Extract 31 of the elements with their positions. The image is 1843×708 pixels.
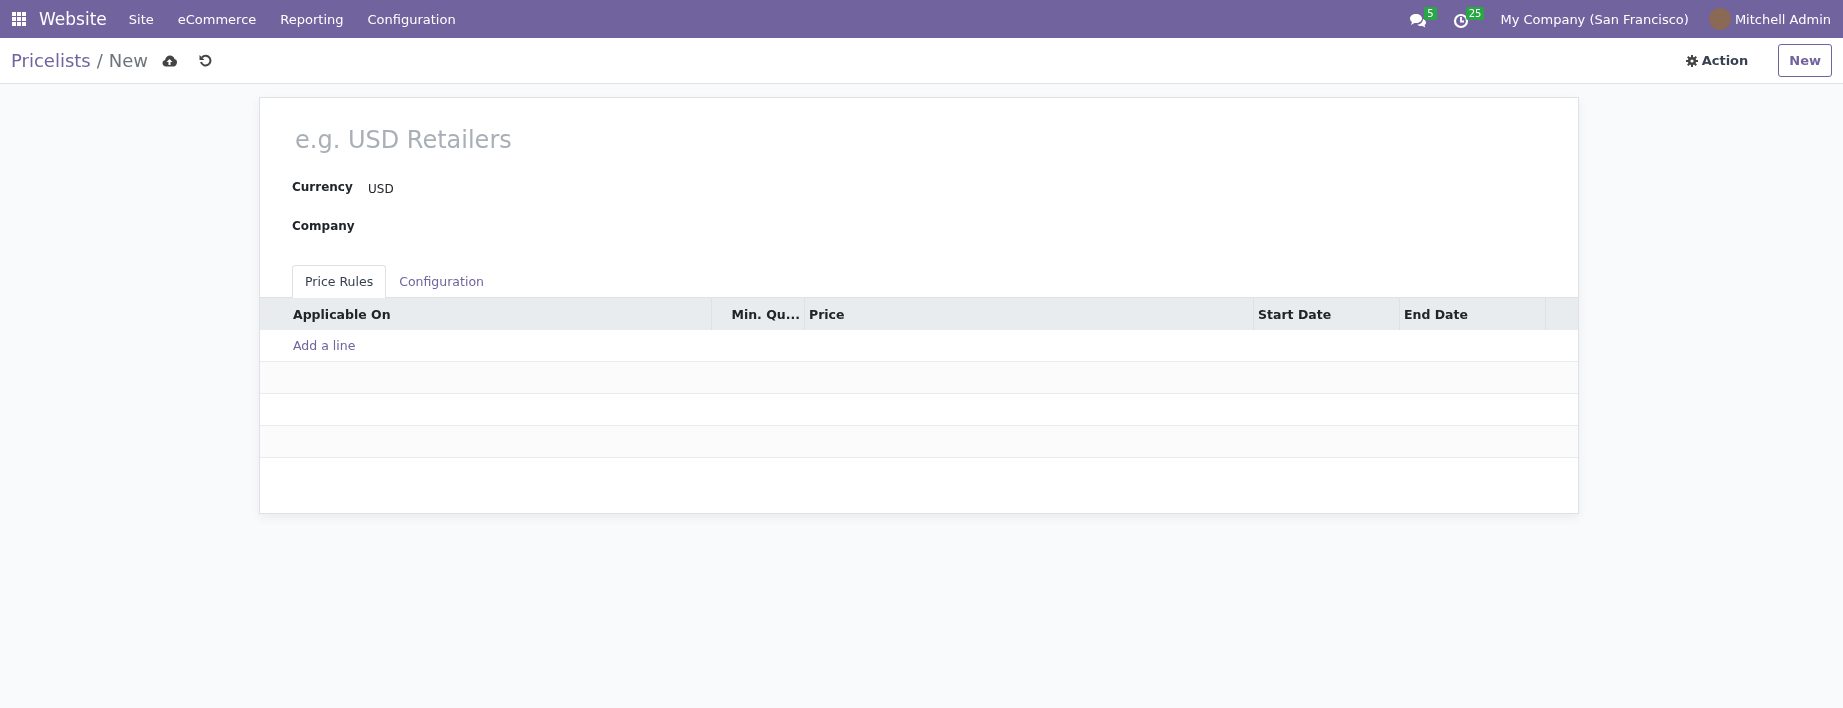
column-header[interactable]: Start Date — [1254, 298, 1400, 330]
clock-icon[interactable] — [1452, 13, 1469, 29]
menu-item[interactable]: Site — [128, 11, 154, 27]
column-header[interactable]: Min. Qu... — [712, 298, 805, 330]
column-header[interactable]: End Date — [1400, 298, 1546, 330]
breadcrumb-link[interactable]: Pricelists — [11, 50, 91, 71]
cloud-upload-icon[interactable] — [162, 54, 178, 67]
avatar-placeholder — [1708, 8, 1731, 30]
action-menu-button[interactable]: Action — [1679, 47, 1755, 74]
undo-icon[interactable] — [199, 54, 213, 67]
breadcrumb-separator: / — [96, 50, 103, 71]
activity-count-badge: 25 — [1465, 7, 1485, 20]
breadcrumb-current: New — [108, 50, 149, 71]
gear-icon — [1685, 54, 1698, 67]
field-label: Currency — [292, 180, 354, 194]
apps-grid-icon[interactable] — [12, 12, 26, 26]
column-header[interactable]: Price — [805, 298, 1254, 330]
menu-item[interactable]: eCommerce — [177, 11, 257, 27]
app-name-link[interactable]: Website — [39, 9, 107, 29]
tab[interactable]: Price Rules — [292, 265, 387, 298]
user-menu[interactable]: Mitchell Admin — [1734, 11, 1831, 27]
field-label: Company — [292, 219, 356, 233]
menu-item[interactable]: Configuration — [367, 11, 456, 27]
menu-item[interactable]: Reporting — [280, 11, 344, 27]
add-line-link[interactable]: Add a line — [293, 338, 356, 353]
new-button[interactable]: New — [1778, 44, 1832, 77]
message-count-badge: 5 — [1424, 7, 1437, 20]
tab[interactable]: Configuration — [386, 265, 497, 297]
column-header[interactable]: Applicable On — [260, 298, 712, 330]
chat-icon[interactable] — [1409, 13, 1428, 29]
company-switcher[interactable]: My Company (San Francisco) — [1500, 11, 1689, 27]
